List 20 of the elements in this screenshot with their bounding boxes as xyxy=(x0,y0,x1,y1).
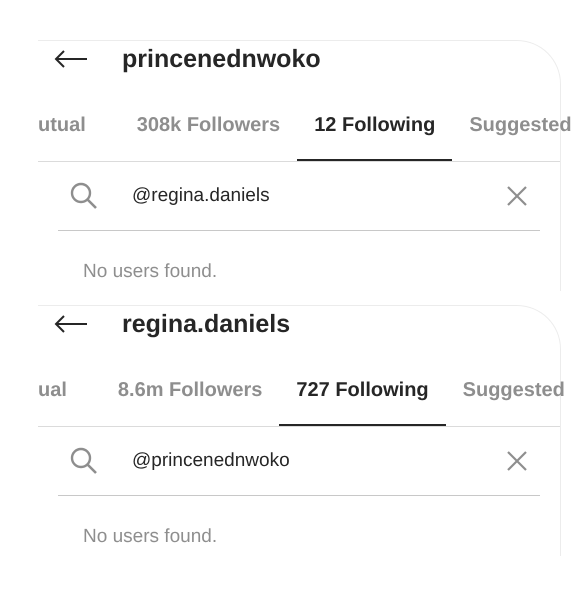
tab[interactable]: 12 Following xyxy=(297,77,452,161)
search-icon xyxy=(70,182,98,210)
tab[interactable]: 8.6m Followers xyxy=(100,342,280,426)
username: princenednwoko xyxy=(122,44,321,74)
search-field[interactable]: @regina.daniels xyxy=(58,162,540,231)
tab[interactable]: utual xyxy=(38,77,120,161)
back-arrow-icon[interactable] xyxy=(54,50,88,68)
close-icon[interactable] xyxy=(506,185,528,207)
empty-message: No users found. xyxy=(82,260,218,284)
tab[interactable]: Suggested xyxy=(446,342,582,426)
tab[interactable]: 308k Followers xyxy=(120,77,298,161)
search-field[interactable]: @princenednwoko xyxy=(58,427,540,496)
username: regina.daniels xyxy=(122,310,290,338)
tab[interactable]: ual xyxy=(38,342,101,426)
empty-message: No users found. xyxy=(82,525,218,549)
search-icon xyxy=(70,447,98,475)
tab[interactable]: 727 Following xyxy=(279,342,446,426)
close-icon[interactable] xyxy=(506,450,528,472)
tab[interactable]: Suggested xyxy=(452,77,587,161)
back-arrow-icon[interactable] xyxy=(54,315,88,333)
